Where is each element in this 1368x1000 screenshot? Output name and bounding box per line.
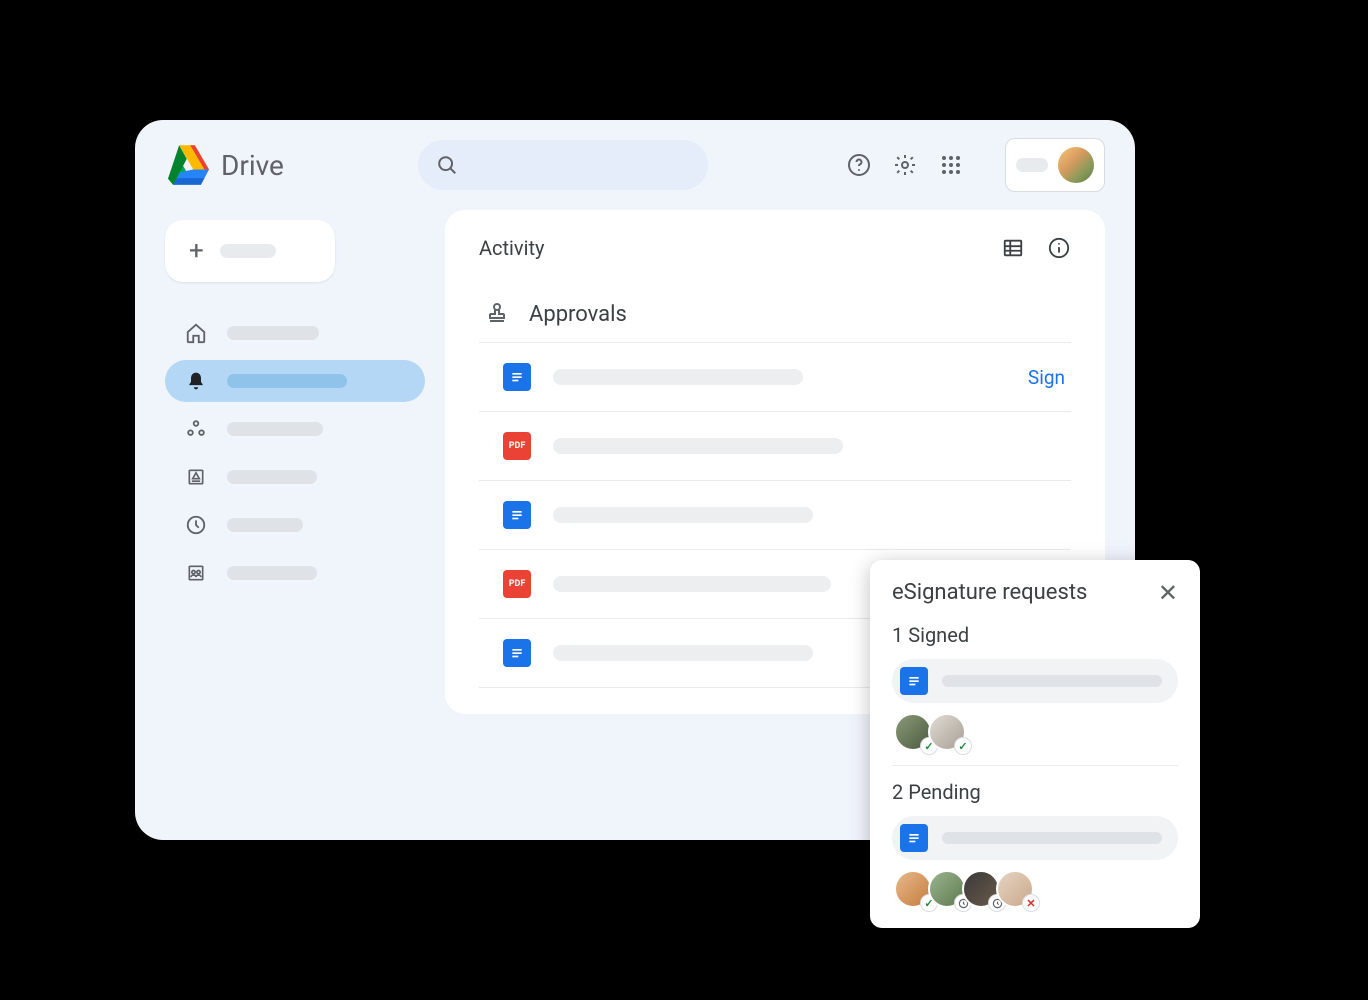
header-icons (847, 138, 1105, 192)
cross-badge-icon: ✕ (1022, 894, 1040, 912)
file-name-placeholder (942, 675, 1162, 687)
pdf-file-icon: PDF (503, 432, 531, 460)
sidebar-item-recent[interactable] (165, 504, 425, 546)
sidebar: + (165, 210, 425, 714)
esignature-popup: eSignature requests ✕ 1 Signed ✓✓ 2 Pendin… (870, 560, 1200, 928)
file-name-placeholder (553, 438, 843, 454)
nav-list (165, 312, 425, 594)
home-icon (185, 322, 207, 344)
recent-icon (185, 514, 207, 536)
avatar-row: ✓✕ (894, 870, 1178, 910)
apps-icon[interactable] (939, 153, 963, 177)
bell-icon (185, 370, 207, 392)
check-badge-icon: ✓ (954, 737, 972, 755)
search-box[interactable] (418, 140, 708, 190)
people-icon (185, 562, 207, 584)
popup-section-title: 2 Pending (892, 780, 1178, 804)
drive-icon (165, 145, 209, 185)
popup-file-row[interactable] (892, 816, 1178, 860)
drive-logo[interactable]: Drive (165, 145, 284, 185)
file-name-placeholder (553, 645, 813, 661)
popup-header: eSignature requests ✕ (892, 580, 1178, 605)
sign-action[interactable]: Sign (1028, 366, 1065, 389)
app-title: Drive (221, 149, 284, 182)
popup-section-title: 1 Signed (892, 623, 1178, 647)
popup-section: 1 Signed ✓✓ (892, 623, 1178, 766)
main-header: Activity (479, 236, 1071, 260)
doc-file-icon (503, 501, 531, 529)
sidebar-item-bell[interactable] (165, 360, 425, 402)
doc-file-icon (900, 824, 928, 852)
help-icon[interactable] (847, 153, 871, 177)
stamp-icon (485, 300, 509, 328)
gear-icon[interactable] (893, 153, 917, 177)
close-icon[interactable]: ✕ (1158, 581, 1178, 605)
storage-icon (185, 466, 207, 488)
avatar-row: ✓✓ (894, 713, 1178, 753)
search-icon (436, 154, 458, 176)
file-name-placeholder (942, 832, 1162, 844)
approval-row[interactable]: Sign (479, 343, 1071, 412)
new-label-placeholder (220, 244, 276, 258)
file-name-placeholder (553, 369, 803, 385)
sidebar-item-storage[interactable] (165, 456, 425, 498)
view-controls (1001, 236, 1071, 260)
header: Drive (135, 120, 1135, 210)
doc-file-icon (900, 667, 928, 695)
info-icon[interactable] (1047, 236, 1071, 260)
nav-label-placeholder (227, 470, 317, 484)
section-title: Approvals (529, 302, 627, 327)
file-name-placeholder (553, 576, 831, 592)
pdf-file-icon: PDF (503, 570, 531, 598)
popup-title: eSignature requests (892, 580, 1087, 605)
plus-icon: + (189, 238, 204, 264)
account-label-placeholder (1016, 158, 1048, 172)
sidebar-item-people[interactable] (165, 552, 425, 594)
nav-label-placeholder (227, 326, 319, 340)
new-button[interactable]: + (165, 220, 335, 282)
doc-file-icon (503, 639, 531, 667)
doc-file-icon (503, 363, 531, 391)
nav-label-placeholder (227, 422, 323, 436)
sidebar-item-shared[interactable] (165, 408, 425, 450)
file-name-placeholder (553, 507, 813, 523)
signer-avatar[interactable]: ✓ (928, 713, 968, 753)
account-switcher[interactable] (1005, 138, 1105, 192)
sidebar-item-home[interactable] (165, 312, 425, 354)
list-view-icon[interactable] (1001, 236, 1025, 260)
popup-section: 2 Pending ✓✕ (892, 780, 1178, 910)
nav-label-placeholder (227, 374, 347, 388)
shared-icon (185, 418, 207, 440)
approval-row[interactable]: PDF (479, 412, 1071, 481)
section-header: Approvals (479, 286, 1071, 343)
signer-avatar[interactable]: ✕ (996, 870, 1036, 910)
approval-row[interactable] (479, 481, 1071, 550)
popup-file-row[interactable] (892, 659, 1178, 703)
nav-label-placeholder (227, 518, 303, 532)
nav-label-placeholder (227, 566, 317, 580)
page-title: Activity (479, 236, 544, 260)
user-avatar (1058, 147, 1094, 183)
